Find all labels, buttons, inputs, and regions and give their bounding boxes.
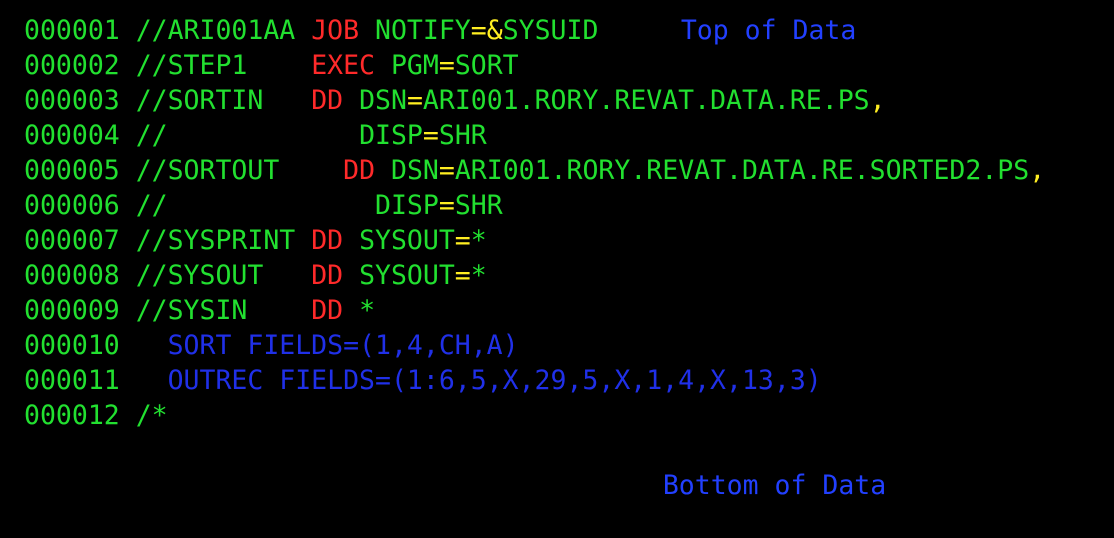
code-token: ARI001.RORY.REVAT.DATA.RE.SORTED2.PS [454,155,1030,186]
code-token: = [438,190,455,221]
code-token: //SYSOUT [135,260,312,291]
code-token: = [422,120,439,151]
code-token: DD [311,260,360,291]
code-token: SYSOUT [359,260,455,291]
line-number: 000012 [24,400,136,431]
line-number: 000001 [24,15,136,46]
code-token: DD [311,85,360,116]
code-line[interactable]: 000005 //SORTOUT DD DSN=ARI001.RORY.REVA… [24,153,1114,188]
code-token: = [438,155,455,186]
line-number: 000003 [24,85,136,116]
code-token: DSN [359,85,407,116]
code-token: // [135,120,360,151]
code-token: DSN [390,155,439,186]
code-token: DISP [359,120,423,151]
code-token: , [869,85,886,116]
line-number: 000008 [24,260,136,291]
code-line[interactable]: 000003 //SORTIN DD DSN=ARI001.RORY.REVAT… [24,83,1114,118]
code-line[interactable]: 000007 //SYSPRINT DD SYSOUT=* [24,223,1114,258]
code-line[interactable]: 000002 //STEP1 EXEC PGM=SORT [24,48,1114,83]
code-token: //SYSIN [135,295,312,326]
code-token: OUTREC FIELDS=(1:6,5,X,29,5,X,1,4,X,13,3… [135,365,822,396]
code-token: //SORTOUT [135,155,344,186]
line-number: 000004 [24,120,136,151]
line-number: 000009 [24,295,136,326]
code-token: PGM [390,50,439,81]
code-token: SYSOUT [359,225,455,256]
code-token: = [454,225,471,256]
code-token: //SYSPRINT [135,225,312,256]
line-number: 000007 [24,225,136,256]
bottom-of-data-marker: Bottom of Data [662,470,887,501]
code-token: = [470,15,487,46]
code-token: & [486,15,503,46]
line-number: 000002 [24,50,136,81]
code-token: * [470,260,487,291]
code-token: SORT FIELDS=(1,4,CH,A) [135,330,519,361]
code-line[interactable]: 000009 //SYSIN DD * [24,293,1114,328]
code-token: * [359,295,376,326]
code-token: DD [311,295,360,326]
code-token: SORT [454,50,519,81]
editor-screen: Top of Data 000001 //ARI001AA JOB NOTIFY… [24,0,1114,501]
code-token: /* [135,400,168,431]
code-line[interactable]: 000008 //SYSOUT DD SYSOUT=* [24,258,1114,293]
code-token: JOB [311,15,376,46]
bottom-of-data-line: Bottom of Data [24,433,1114,501]
code-line[interactable]: 000010 SORT FIELDS=(1,4,CH,A) [24,328,1114,363]
code-line[interactable]: 000011 OUTREC FIELDS=(1:6,5,X,29,5,X,1,4… [24,363,1114,398]
code-token: NOTIFY [375,15,471,46]
code-token: * [470,225,487,256]
code-token: //SORTIN [135,85,312,116]
code-lines: 000001 //ARI001AA JOB NOTIFY=&SYSUID 0000… [24,13,1114,433]
code-token: DD [311,225,360,256]
code-token: SYSUID [502,15,599,46]
code-token: EXEC [311,50,391,81]
code-line[interactable]: 000012 /* [24,398,1114,433]
code-token: ARI001.RORY.REVAT.DATA.RE.PS [422,85,870,116]
code-line[interactable]: 000004 // DISP=SHR [24,118,1114,153]
code-line[interactable]: 000001 //ARI001AA JOB NOTIFY=&SYSUID [24,13,1114,48]
line-number: 000006 [24,190,136,221]
code-token: //STEP1 [135,50,312,81]
code-token: //ARI001AA [135,15,312,46]
line-number: 000011 [24,365,136,396]
code-token: = [454,260,471,291]
line-number: 000005 [24,155,136,186]
code-token: DD [343,155,391,186]
top-of-data-line: Top of Data [24,0,1114,46]
code-token: = [406,85,423,116]
code-token: DISP [375,190,439,221]
top-of-data-marker: Top of Data [680,15,857,46]
code-token: = [438,50,455,81]
code-line[interactable]: 000006 // DISP=SHR [24,188,1114,223]
code-token: SHR [454,190,503,221]
code-token: // [135,190,376,221]
code-token: , [1029,155,1046,186]
line-number: 000010 [24,330,136,361]
code-token: SHR [438,120,487,151]
